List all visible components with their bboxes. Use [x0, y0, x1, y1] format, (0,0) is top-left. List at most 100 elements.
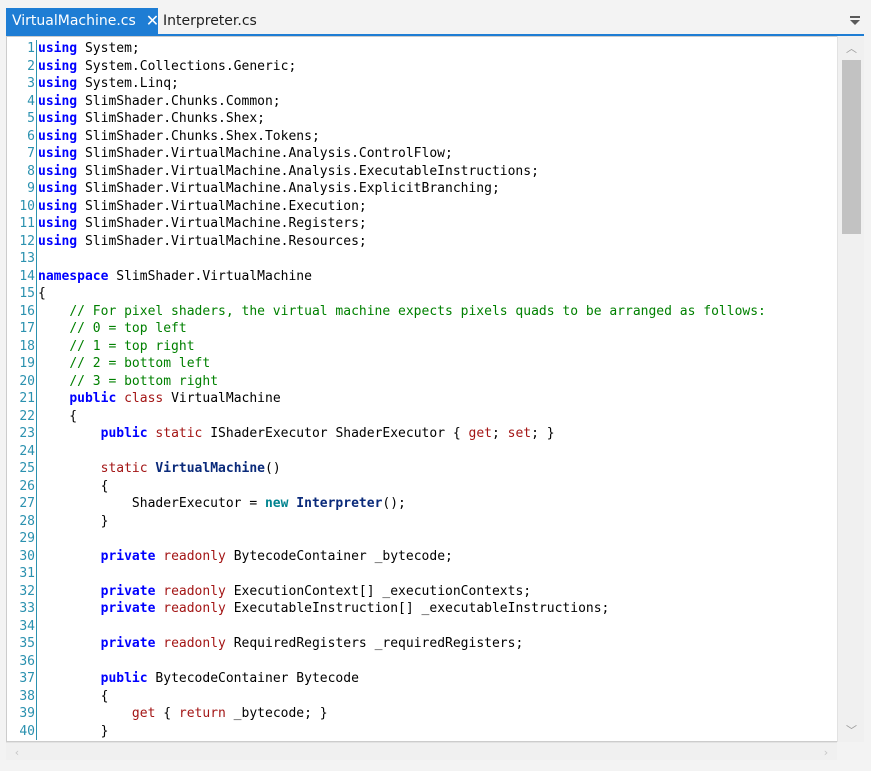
code-token: Interpreter [296, 496, 383, 511]
tab-virtualmachine-cs[interactable]: VirtualMachine.cs ✕ [6, 8, 159, 34]
chevron-down-icon[interactable]: ﹀ [838, 720, 865, 740]
code-line[interactable]: 24 [7, 442, 839, 460]
code-line[interactable]: 33 private readonly ExecutableInstructio… [7, 600, 839, 618]
code-line[interactable]: 34 [7, 617, 839, 635]
code-line[interactable]: 28 } [7, 512, 839, 530]
code-token: IShaderExecutor ShaderExecutor { [202, 426, 469, 441]
code-text: // 2 = bottom left [37, 355, 210, 373]
vertical-scrollbar[interactable]: ︿ ﹀ [837, 36, 864, 742]
code-token: SlimShader.Chunks.Shex.Tokens; [77, 128, 320, 144]
code-line[interactable]: 32 private readonly ExecutionContext[] _… [7, 582, 839, 600]
dropdown-icon[interactable] [849, 12, 861, 28]
code-text: using SlimShader.VirtualMachine.Register… [37, 215, 367, 233]
line-number: 5 [7, 110, 37, 128]
line-number: 36 [7, 652, 37, 670]
code-line[interactable]: 12 using SlimShader.VirtualMachine.Resour… [7, 232, 839, 250]
code-line[interactable]: 40 } [7, 722, 839, 740]
tab-interpreter-cs[interactable]: Interpreter.cs [163, 8, 257, 34]
code-token: ; } [531, 426, 555, 441]
code-text: using System; [37, 40, 140, 58]
code-token: ; [491, 426, 508, 441]
code-token: VirtualMachine [163, 391, 281, 406]
code-line[interactable]: 16 // For pixel shaders, the virtual mac… [7, 302, 839, 321]
code-token: _bytecode; } [225, 706, 328, 721]
code-token: static [100, 461, 148, 476]
code-line[interactable]: 11 using SlimShader.VirtualMachine.Regist… [7, 215, 839, 233]
code-line[interactable]: 38 { [7, 687, 839, 705]
code-line[interactable]: 25 static VirtualMachine() [7, 460, 839, 478]
code-line[interactable]: 36 [7, 652, 839, 670]
code-line[interactable]: 7 using SlimShader.VirtualMachine.Analysi… [7, 145, 839, 163]
code-line[interactable]: 18 // 1 = top right [7, 337, 839, 355]
code-token: using [38, 216, 78, 231]
code-token: BytecodeContainer _bytecode; [225, 548, 453, 564]
code-line[interactable]: 31 [7, 565, 839, 583]
code-line[interactable]: 14 namespace SlimShader.VirtualMachine [7, 267, 839, 285]
code-line[interactable]: 35 private readonly RequiredRegisters _r… [7, 635, 839, 653]
code-line[interactable]: 13 [7, 250, 839, 268]
code-line[interactable]: 10 using SlimShader.VirtualMachine.Execut… [7, 197, 839, 215]
code-text: { [37, 408, 77, 426]
code-line[interactable]: 8 using SlimShader.VirtualMachine.Analysi… [7, 162, 839, 180]
line-number: 4 [7, 92, 37, 110]
code-token: // 0 = top left [69, 321, 187, 336]
chevron-right-icon[interactable]: › [817, 743, 835, 761]
code-text: using SlimShader.Chunks.Common; [37, 93, 281, 111]
code-line[interactable]: 30 private readonly BytecodeContainer _b… [7, 547, 839, 565]
code-line[interactable]: 5 using SlimShader.Chunks.Shex; [7, 110, 839, 128]
code-line[interactable]: 23 public static IShaderExecutor ShaderE… [7, 425, 839, 443]
close-icon[interactable]: ✕ [146, 13, 159, 29]
code-token: using [38, 58, 78, 74]
code-line[interactable]: 9 using SlimShader.VirtualMachine.Analysi… [7, 180, 839, 198]
code-line[interactable]: 3 using System.Linq; [7, 75, 839, 93]
code-token: ExecutionContext[] _executionContexts; [225, 583, 532, 599]
code-line[interactable]: 6 using SlimShader.Chunks.Shex.Tokens; [7, 127, 839, 145]
code-token: ExecutableInstruction[] _executableInstr… [225, 601, 610, 616]
line-number: 10 [7, 197, 37, 215]
code-token: static [155, 426, 203, 441]
code-line[interactable]: 37 public BytecodeContainer Bytecode [7, 670, 839, 688]
code-text: static VirtualMachine() [37, 460, 281, 478]
code-lines: 1 using System; 2 using System.Collections.… [7, 40, 839, 740]
code-line[interactable]: 15{ [7, 285, 839, 303]
code-token: private [100, 636, 156, 651]
line-number: 19 [7, 355, 37, 373]
code-line[interactable]: 19 // 2 = bottom left [7, 355, 839, 373]
code-editor[interactable]: 1 using System; 2 using System.Collections.… [6, 36, 864, 742]
code-text: using SlimShader.Chunks.Shex; [37, 110, 265, 128]
code-line[interactable]: 2 using System.Collections.Generic; [7, 57, 839, 75]
code-line[interactable]: 4 using SlimShader.Chunks.Common; [7, 92, 839, 111]
line-number: 1 [7, 40, 37, 58]
code-line[interactable]: 20 // 3 = bottom right [7, 372, 839, 390]
chevron-up-icon[interactable]: ︿ [838, 38, 865, 58]
horizontal-scrollbar[interactable]: ‹ › [6, 742, 837, 760]
code-token: return [178, 706, 226, 721]
code-line[interactable]: 17 // 0 = top left [7, 320, 839, 338]
line-number: 40 [7, 722, 37, 740]
code-line[interactable]: 27 ShaderExecutor = new Interpreter(); [7, 495, 839, 513]
code-text: public BytecodeContainer Bytecode [37, 670, 359, 688]
code-text: // For pixel shaders, the virtual machin… [37, 303, 766, 321]
code-line[interactable]: 21 public class VirtualMachine [7, 390, 839, 408]
code-token: private [100, 601, 156, 616]
code-token: SlimShader.VirtualMachine.Registers; [77, 216, 367, 231]
code-token: readonly [163, 583, 226, 599]
code-line[interactable]: 39 get { return _bytecode; } [7, 705, 839, 723]
line-number: 26 [7, 477, 37, 495]
scroll-thumb[interactable] [842, 60, 861, 234]
code-line[interactable]: 22 { [7, 407, 839, 426]
code-token: BytecodeContainer Bytecode [147, 671, 359, 686]
code-line[interactable]: 29 [7, 530, 839, 548]
line-number: 24 [7, 442, 37, 460]
line-number: 7 [7, 145, 37, 163]
chevron-left-icon[interactable]: ‹ [8, 743, 26, 761]
code-line[interactable]: 26 { [7, 477, 839, 495]
code-line[interactable]: 1 using System; [7, 40, 839, 58]
code-token: private [100, 583, 156, 599]
line-number: 30 [7, 547, 37, 565]
line-number: 9 [7, 180, 37, 198]
